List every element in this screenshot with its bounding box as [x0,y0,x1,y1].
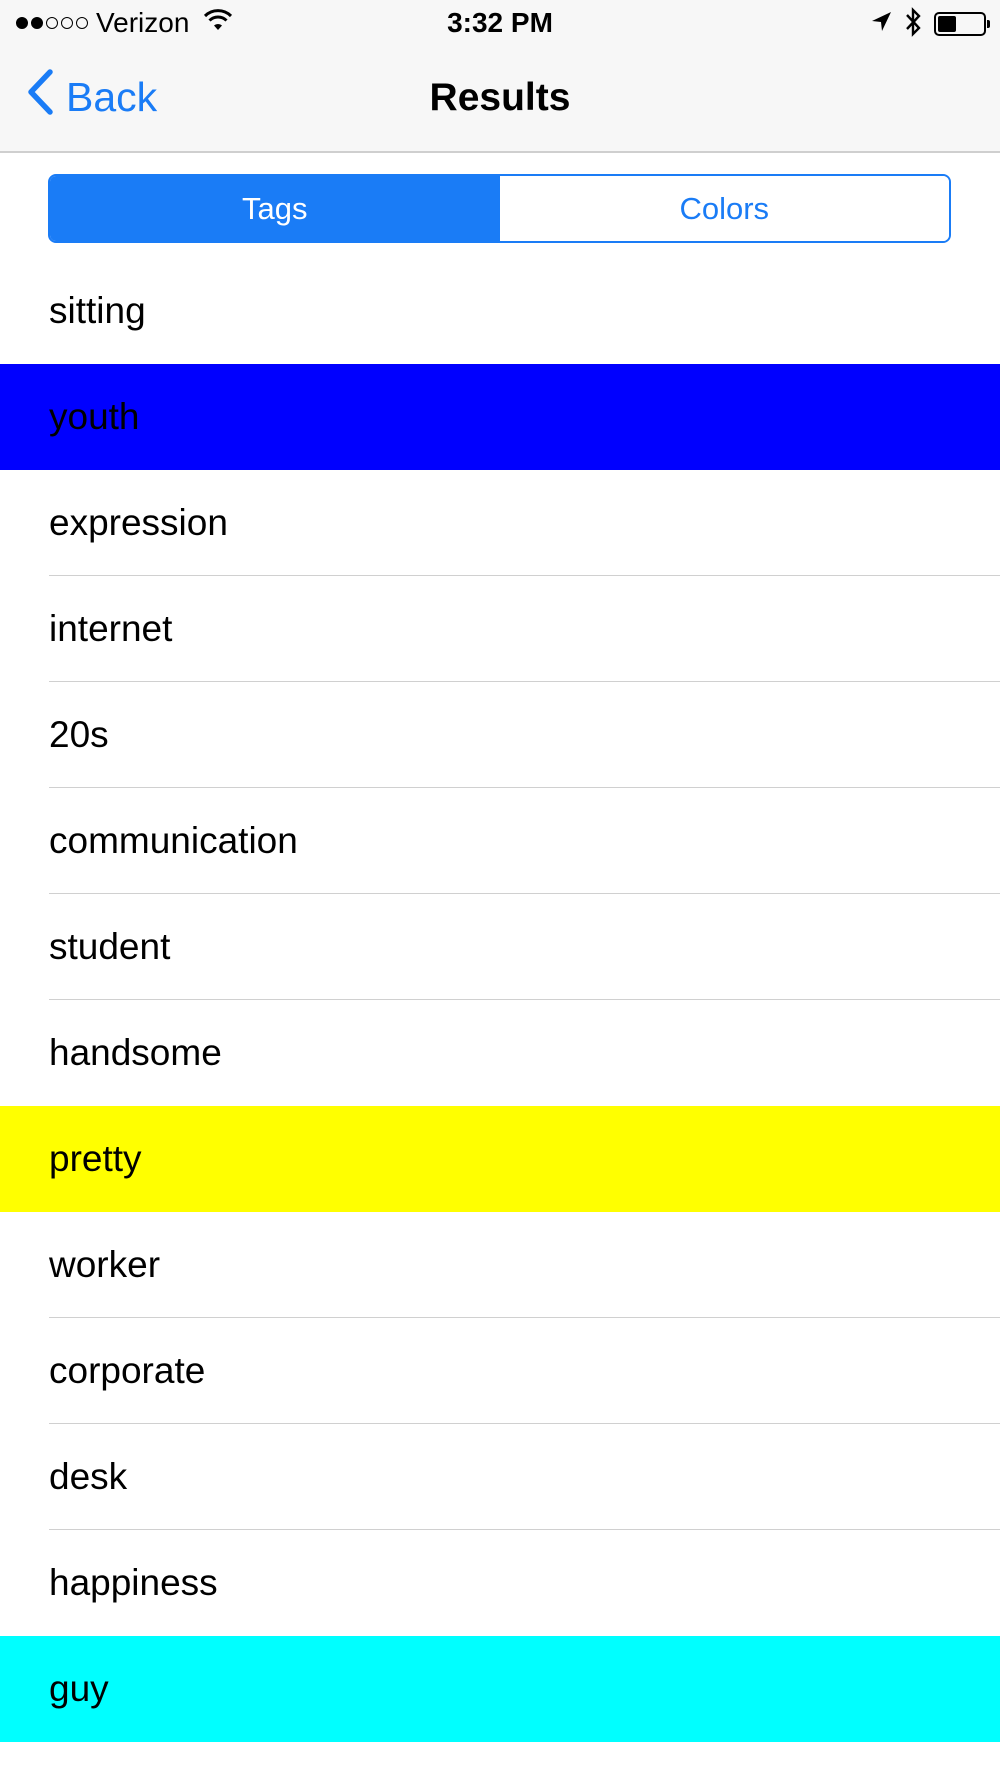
list-item[interactable]: student [0,894,1000,1000]
list-item[interactable]: corporate [0,1318,1000,1424]
list-item[interactable]: pretty [0,1106,1000,1212]
battery-icon [934,12,990,36]
list-item[interactable]: youth [0,364,1000,470]
list-item-label: happiness [49,1562,218,1603]
list-item-label: sitting [49,290,146,331]
segmented-control: Tags Colors [48,174,951,243]
list-item[interactable]: communication [0,788,1000,894]
battery-nub [987,20,990,28]
status-right [870,6,990,42]
list-item-label: internet [49,608,173,649]
list-item-label: desk [49,1456,128,1497]
status-time: 3:32 PM [447,7,553,38]
list-item[interactable]: handsome [0,1000,1000,1106]
page-title: Results [429,76,571,119]
tab-tags[interactable]: Tags [50,176,500,241]
list-item[interactable]: expression [0,470,1000,576]
list-item[interactable]: internet [0,576,1000,682]
list-item[interactable]: desk [0,1424,1000,1530]
list-item[interactable]: happiness [0,1530,1000,1636]
tag-list: sitting youth expression internet 20s communi… [0,258,1000,1742]
list-item-label: youth [49,396,140,437]
list-item[interactable]: worker [0,1212,1000,1318]
list-item-label: corporate [49,1350,206,1391]
list-item-label: 20s [49,714,109,755]
list-item-label: pretty [49,1138,142,1179]
list-item-label: student [49,926,171,967]
status-bar: Verizon 3:32 PM [0,0,1000,46]
bluetooth-icon [904,6,922,42]
list-item[interactable]: sitting [0,258,1000,364]
list-item-label: expression [49,502,228,543]
location-arrow-icon [870,11,892,38]
list-item-label: handsome [49,1032,222,1073]
list-item-label: communication [49,820,298,861]
navigation-bar: Back Results [0,46,1000,153]
battery-level-fill [938,16,956,32]
list-item-label: guy [49,1668,109,1709]
list-item-label: worker [49,1244,161,1285]
list-item[interactable]: guy [0,1636,1000,1742]
tab-colors[interactable]: Colors [499,176,949,241]
list-item[interactable]: 20s [0,682,1000,788]
